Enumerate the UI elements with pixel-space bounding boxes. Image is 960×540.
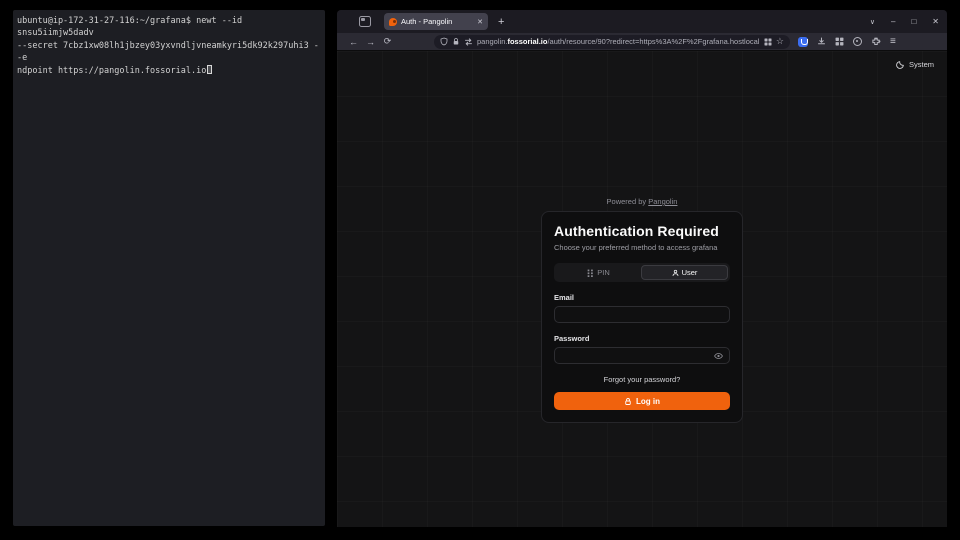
- theme-label: System: [909, 60, 934, 69]
- browser-toolbar: ← → ⟳ pangolin.fossorial.io/auth/resourc…: [337, 33, 947, 51]
- maximize-button[interactable]: □: [911, 17, 916, 26]
- card-title: Authentication Required: [554, 223, 730, 239]
- tab-pin-label: PIN: [597, 268, 610, 277]
- downloads-icon[interactable]: [817, 37, 826, 46]
- login-button-label: Log in: [636, 397, 660, 406]
- pin-keypad-icon: [587, 269, 594, 277]
- url-path: /auth/resource/90?redirect=https%3A%2F%2…: [547, 37, 759, 46]
- terminal-window[interactable]: ubuntu@ip-172-31-27-116:~/grafana$ newt …: [13, 10, 325, 526]
- forgot-password-link[interactable]: Forgot your password?: [554, 375, 730, 384]
- login-lock-icon: [624, 397, 632, 406]
- powered-by-text: Powered by: [607, 197, 647, 206]
- url-subdomain: pangolin.: [477, 37, 507, 46]
- terminal-line: ndpoint https://pangolin.fossorial.io: [17, 65, 321, 77]
- pangolin-favicon-icon: [389, 18, 397, 26]
- tab-user[interactable]: User: [641, 265, 728, 280]
- browser-tab[interactable]: Auth - Pangolin ✕: [384, 13, 488, 30]
- terminal-line: --secret 7cbz1xw08lh1jbzey03yxvndljvneam…: [17, 40, 321, 65]
- pangolin-link[interactable]: Pangolin: [648, 197, 677, 206]
- tab-user-label: User: [682, 268, 698, 277]
- terminal-line-text: ndpoint https://pangolin.fossorial.io: [17, 66, 206, 76]
- account-containers-icon[interactable]: [835, 37, 844, 46]
- browser-window: Auth - Pangolin ✕ + ∨ – □ ✕ ← → ⟳ pangol…: [337, 10, 947, 527]
- email-input[interactable]: [561, 310, 723, 319]
- site-info-arrows-icon[interactable]: [464, 38, 473, 46]
- minimize-button[interactable]: –: [891, 17, 895, 26]
- containers-grid-icon[interactable]: [764, 38, 772, 46]
- page-content: System Powered by Pangolin Authenticatio…: [337, 51, 947, 527]
- shield-icon[interactable]: [440, 37, 448, 46]
- window-close-button[interactable]: ✕: [932, 17, 939, 26]
- tab-strip: Auth - Pangolin ✕ + ∨ – □ ✕: [337, 10, 947, 33]
- moon-icon: [896, 60, 905, 69]
- url-text: pangolin.fossorial.io/auth/resource/90?r…: [477, 37, 760, 46]
- powered-by: Powered by Pangolin: [337, 197, 947, 206]
- terminal-line: ubuntu@ip-172-31-27-116:~/grafana$ newt …: [17, 15, 321, 40]
- theme-toggle[interactable]: System: [896, 60, 934, 69]
- login-button[interactable]: Log in: [554, 392, 730, 410]
- terminal-cursor: [207, 65, 212, 74]
- window-controls: ∨ – □ ✕: [870, 17, 939, 26]
- password-label: Password: [554, 334, 730, 343]
- show-password-eye-icon[interactable]: [714, 352, 723, 359]
- menu-hamburger-icon[interactable]: ≡: [890, 36, 896, 47]
- url-domain: fossorial.io: [507, 37, 547, 46]
- forward-button[interactable]: →: [362, 37, 379, 47]
- tab-close-icon[interactable]: ✕: [477, 18, 483, 26]
- blue-extension-icon[interactable]: [798, 37, 808, 47]
- firefox-view-icon[interactable]: [359, 16, 371, 27]
- tab-pin[interactable]: PIN: [556, 265, 641, 280]
- lock-icon[interactable]: [452, 37, 460, 46]
- url-bar[interactable]: pangolin.fossorial.io/auth/resource/90?r…: [434, 35, 790, 49]
- password-input[interactable]: [561, 351, 723, 360]
- back-button[interactable]: ←: [345, 37, 362, 47]
- bookmark-star-icon[interactable]: ☆: [776, 37, 784, 46]
- tab-list-chevron-icon[interactable]: ∨: [870, 18, 875, 26]
- auth-card: Authentication Required Choose your pref…: [541, 211, 743, 423]
- tracker-circle-icon[interactable]: [853, 37, 862, 46]
- auth-method-tabs: PIN User: [554, 263, 730, 282]
- extensions-puzzle-icon[interactable]: [871, 37, 881, 47]
- card-subtitle: Choose your preferred method to access g…: [554, 243, 730, 252]
- email-field-wrap: [554, 306, 730, 323]
- new-tab-button[interactable]: +: [498, 16, 504, 28]
- email-label: Email: [554, 293, 730, 302]
- toolbar-extensions: ≡: [798, 36, 896, 47]
- password-field-wrap: [554, 347, 730, 364]
- tab-title: Auth - Pangolin: [401, 17, 473, 26]
- reload-button[interactable]: ⟳: [379, 36, 396, 47]
- user-icon: [672, 269, 679, 277]
